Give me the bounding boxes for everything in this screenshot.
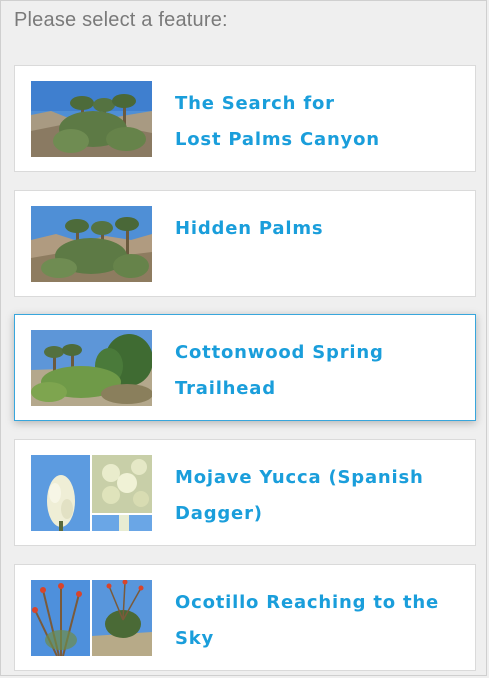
feature-card-cottonwood-spring[interactable]: Cottonwood Spring Trailhead <box>14 314 476 421</box>
feature-title-line: Lost Palms Canyon <box>175 129 380 150</box>
palms-canyon-photo <box>31 81 152 157</box>
ocotillo-photo-collage <box>31 580 152 656</box>
feature-title: Mojave Yucca (Spanish Dagger) <box>175 460 465 532</box>
feature-title-line: Hidden Palms <box>175 218 324 239</box>
feature-title-line: Dagger) <box>175 503 263 524</box>
cottonwood-spring-photo <box>31 330 152 406</box>
feature-title-line: Sky <box>175 628 215 649</box>
feature-card-hidden-palms[interactable]: Hidden Palms <box>14 190 476 297</box>
feature-title: Hidden Palms <box>175 211 465 247</box>
feature-card-ocotillo[interactable]: Ocotillo Reaching to the Sky <box>14 564 476 671</box>
feature-title: The Search for Lost Palms Canyon <box>175 86 465 158</box>
prompt-heading: Please select a feature: <box>14 9 228 31</box>
feature-title: Ocotillo Reaching to the Sky <box>175 585 465 657</box>
feature-selection-panel: Please select a feature: The Search for <box>0 0 487 676</box>
feature-title-line: The Search for <box>175 93 335 114</box>
yucca-photo-collage <box>31 455 152 531</box>
feature-title-line: Ocotillo Reaching to the <box>175 592 439 613</box>
hidden-palms-photo <box>31 206 152 282</box>
feature-title-line: Trailhead <box>175 378 276 399</box>
feature-title-line: Mojave Yucca (Spanish <box>175 467 424 488</box>
feature-title-line: Cottonwood Spring <box>175 342 384 363</box>
feature-card-mojave-yucca[interactable]: Mojave Yucca (Spanish Dagger) <box>14 439 476 546</box>
feature-title: Cottonwood Spring Trailhead <box>175 335 465 407</box>
feature-card-lost-palms-canyon[interactable]: The Search for Lost Palms Canyon <box>14 65 476 172</box>
